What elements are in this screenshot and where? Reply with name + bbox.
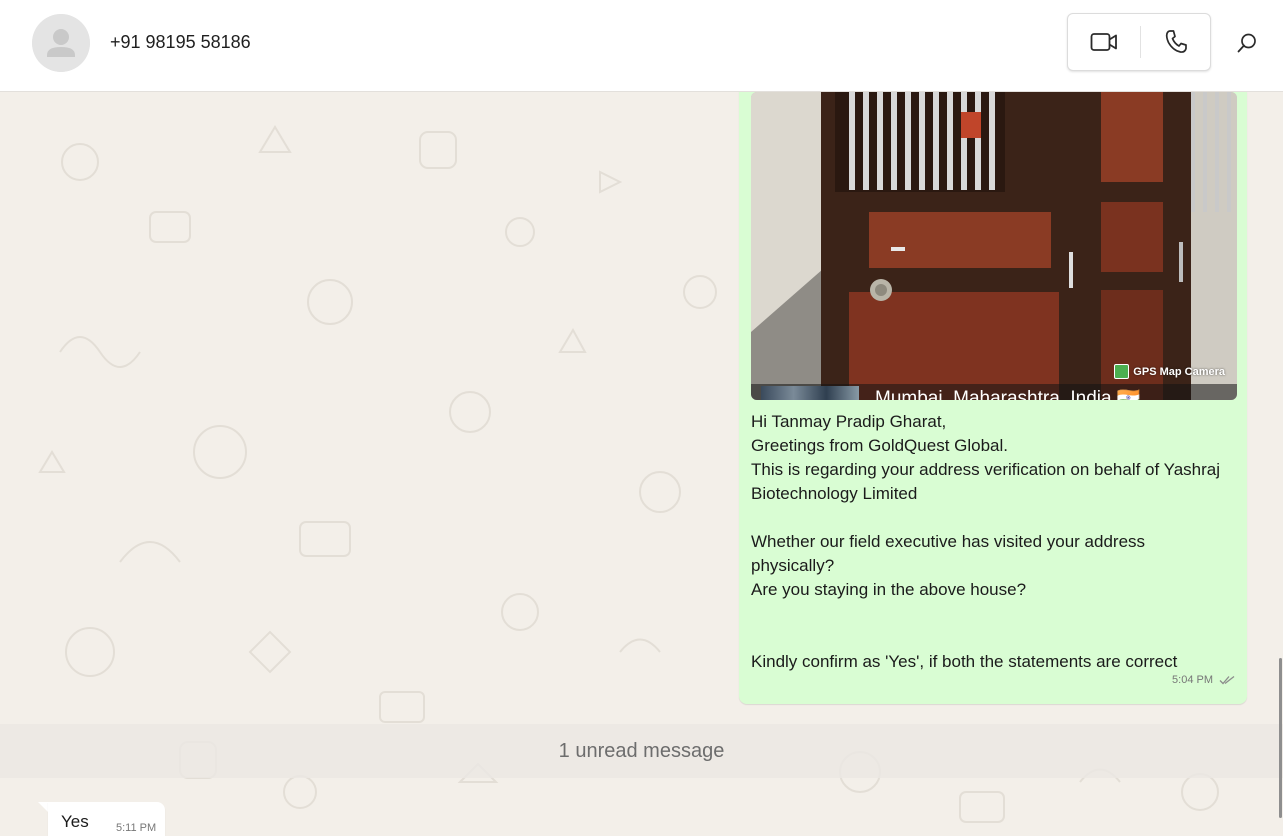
- unread-messages-banner: 1 unread message: [0, 724, 1283, 778]
- message-time: 5:04 PM: [1172, 674, 1213, 686]
- incoming-message-text: Yes: [61, 812, 89, 831]
- phone-icon: [1165, 30, 1187, 53]
- message-paragraph: Whether our field executive has visited …: [751, 532, 1146, 599]
- video-call-button[interactable]: [1068, 14, 1140, 70]
- paragraph-spacer: [751, 506, 1231, 530]
- incoming-message-time: 5:11 PM: [116, 822, 157, 834]
- incoming-message-bubble[interactable]: Yes 5:11 PM: [48, 802, 165, 836]
- search-icon: [1237, 33, 1256, 53]
- paragraph-spacer: [751, 602, 1231, 650]
- message-paragraph: Hi Tanmay Pradip Gharat, Greetings from …: [751, 412, 1221, 503]
- search-button[interactable]: [1230, 26, 1264, 60]
- map-thumbnail: [761, 386, 859, 400]
- voice-call-button[interactable]: [1140, 14, 1212, 70]
- message-paragraph: Kindly confirm as 'Yes', if both the sta…: [751, 652, 1178, 671]
- person-placeholder-icon: [32, 14, 90, 72]
- door-photo-illustration: [751, 92, 1237, 400]
- chat-scrollbar[interactable]: [1279, 658, 1282, 818]
- photo-watermark: GPS Map Camera: [1114, 364, 1225, 379]
- watermark-text: GPS Map Camera: [1133, 365, 1225, 378]
- call-button-group: [1067, 13, 1211, 71]
- double-check-icon: [1219, 675, 1235, 685]
- photo-location-text: Mumbai, Maharashtra, India 🇮🇳: [875, 388, 1141, 400]
- contact-avatar[interactable]: [32, 14, 90, 72]
- outgoing-message-text: Hi Tanmay Pradip Gharat, Greetings from …: [751, 410, 1231, 674]
- video-camera-icon: [1090, 33, 1117, 51]
- outgoing-message-bubble[interactable]: GPS Map Camera Mumbai, Maharashtra, Indi…: [739, 92, 1247, 704]
- chat-message-area[interactable]: GPS Map Camera Mumbai, Maharashtra, Indi…: [0, 92, 1283, 836]
- unread-banner-text: 1 unread message: [558, 739, 725, 762]
- contact-name[interactable]: +91 98195 58186: [110, 30, 251, 54]
- message-photo[interactable]: GPS Map Camera Mumbai, Maharashtra, Indi…: [751, 92, 1237, 400]
- outgoing-message-meta: 5:04 PM: [1172, 674, 1235, 686]
- gps-camera-icon: [1114, 364, 1130, 379]
- chat-header: +91 98195 58186: [0, 0, 1283, 92]
